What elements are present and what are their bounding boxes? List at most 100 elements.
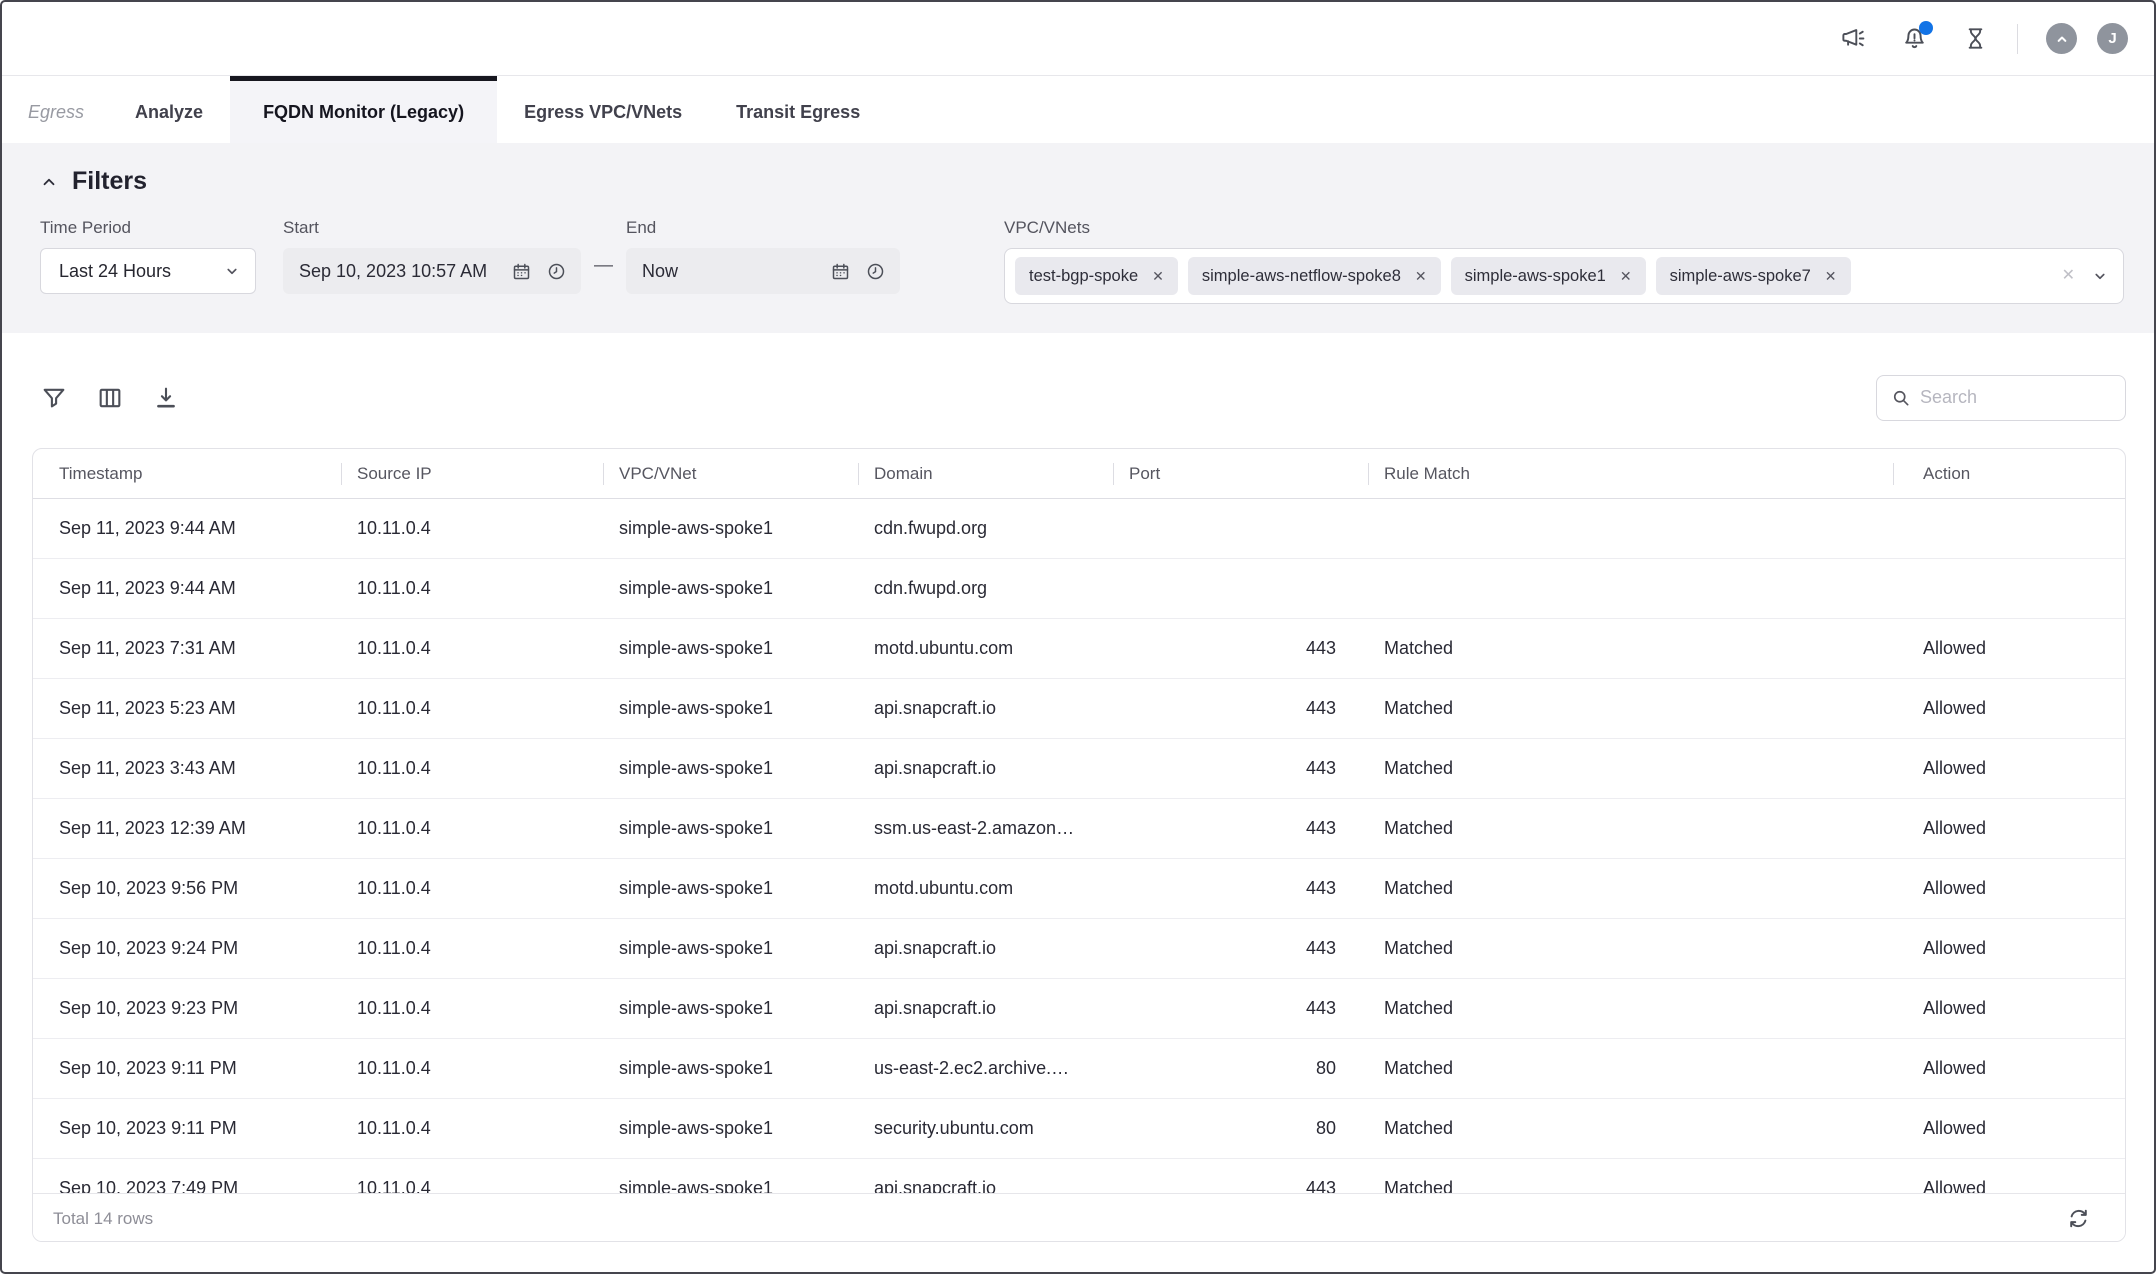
activity-history-button[interactable] — [1962, 25, 1989, 52]
tab-egress[interactable]: Egress — [2, 76, 108, 143]
cell-source-ip: 10.11.0.4 — [341, 758, 603, 779]
filter-button[interactable] — [40, 384, 68, 412]
table-row: Sep 10, 2023 9:56 PM 10.11.0.4 simple-aw… — [33, 859, 2125, 919]
cell-source-ip: 10.11.0.4 — [341, 938, 603, 959]
topbar-divider — [2017, 24, 2018, 54]
hourglass-icon — [1962, 25, 1989, 52]
tab-fqdn-monitor-legacy[interactable]: FQDN Monitor (Legacy) — [230, 76, 497, 143]
end-value: Now — [642, 261, 816, 282]
cell-timestamp: Sep 10, 2023 9:23 PM — [33, 998, 341, 1019]
table-body[interactable]: Sep 11, 2023 9:44 AM 10.11.0.4 simple-aw… — [33, 499, 2125, 1193]
cell-rule-match: Matched — [1368, 1058, 1893, 1079]
cell-timestamp: Sep 10, 2023 9:11 PM — [33, 1058, 341, 1079]
tab-transit-egress[interactable]: Transit Egress — [709, 76, 887, 143]
notifications-button[interactable] — [1901, 25, 1928, 52]
cell-rule-match: Matched — [1368, 698, 1893, 719]
chip-remove-icon[interactable]: ✕ — [1415, 269, 1427, 283]
clear-all-icon[interactable]: ✕ — [2062, 268, 2075, 284]
vpc-chip-label: simple-aws-spoke1 — [1465, 267, 1606, 286]
cell-timestamp: Sep 11, 2023 3:43 AM — [33, 758, 341, 779]
download-button[interactable] — [152, 384, 180, 412]
date-range-separator: — — [581, 218, 626, 277]
refresh-button[interactable] — [2066, 1206, 2091, 1231]
chip-remove-icon[interactable]: ✕ — [1620, 269, 1632, 283]
cell-source-ip: 10.11.0.4 — [341, 518, 603, 539]
chip-remove-icon[interactable]: ✕ — [1152, 269, 1164, 283]
cell-source-ip: 10.11.0.4 — [341, 698, 603, 719]
announcements-button[interactable] — [1840, 25, 1867, 52]
chevron-down-icon[interactable] — [2091, 267, 2109, 285]
cell-domain: api.snapcraft.io — [858, 1178, 1113, 1193]
cell-vpc-vnet: simple-aws-spoke1 — [603, 938, 858, 959]
cell-action: Allowed — [1893, 638, 2125, 659]
user-avatar[interactable]: J — [2097, 23, 2128, 54]
table-row: Sep 10, 2023 9:11 PM 10.11.0.4 simple-aw… — [33, 1039, 2125, 1099]
search-input[interactable] — [1920, 387, 2113, 408]
notification-badge-dot — [1919, 21, 1933, 35]
cell-source-ip: 10.11.0.4 — [341, 578, 603, 599]
vpc-chip-label: test-bgp-spoke — [1029, 267, 1138, 286]
cell-vpc-vnet: simple-aws-spoke1 — [603, 818, 858, 839]
cell-domain: motd.ubuntu.com — [858, 638, 1113, 659]
cell-domain: api.snapcraft.io — [858, 698, 1113, 719]
table-row: Sep 11, 2023 5:23 AM 10.11.0.4 simple-aw… — [33, 679, 2125, 739]
calendar-icon[interactable] — [830, 261, 851, 282]
clock-icon[interactable] — [865, 261, 886, 282]
end-datetime-input[interactable]: Now — [626, 248, 900, 294]
cell-vpc-vnet: simple-aws-spoke1 — [603, 698, 858, 719]
cell-port: 443 — [1113, 818, 1368, 839]
cell-port: 443 — [1113, 758, 1368, 779]
time-period-select[interactable]: Last 24 Hours — [40, 248, 256, 294]
search-box — [1876, 375, 2126, 421]
cell-action: Allowed — [1893, 758, 2125, 779]
cell-domain: api.snapcraft.io — [858, 938, 1113, 959]
chevron-up-icon — [2053, 30, 2071, 48]
cell-timestamp: Sep 11, 2023 7:31 AM — [33, 638, 341, 659]
cell-domain: us-east-2.ec2.archive.… — [858, 1058, 1113, 1079]
vpc-chip: simple-aws-spoke7 ✕ — [1656, 257, 1851, 295]
start-datetime-input[interactable]: Sep 10, 2023 10:57 AM — [283, 248, 581, 294]
tab-analyze[interactable]: Analyze — [108, 76, 230, 143]
cell-rule-match: Matched — [1368, 1178, 1893, 1193]
cell-timestamp: Sep 10, 2023 9:24 PM — [33, 938, 341, 959]
tab-bar: Egress Analyze FQDN Monitor (Legacy) Egr… — [2, 76, 2154, 143]
cell-action: Allowed — [1893, 938, 2125, 959]
cell-domain: ssm.us-east-2.amazon… — [858, 818, 1113, 839]
start-label: Start — [283, 218, 581, 238]
start-value: Sep 10, 2023 10:57 AM — [299, 261, 497, 282]
cell-timestamp: Sep 11, 2023 12:39 AM — [33, 818, 341, 839]
filters-collapse-button[interactable] — [40, 173, 58, 191]
cell-timestamp: Sep 11, 2023 9:44 AM — [33, 578, 341, 599]
vpc-chip-label: simple-aws-spoke7 — [1670, 267, 1811, 286]
filters-title: Filters — [72, 167, 147, 196]
cell-action: Allowed — [1893, 878, 2125, 899]
megaphone-icon — [1840, 25, 1867, 52]
tab-egress-vpc-vnets[interactable]: Egress VPC/VNets — [497, 76, 709, 143]
cell-vpc-vnet: simple-aws-spoke1 — [603, 1118, 858, 1139]
table-row: Sep 10, 2023 9:24 PM 10.11.0.4 simple-aw… — [33, 919, 2125, 979]
vpc-vnets-multiselect[interactable]: test-bgp-spoke ✕ simple-aws-netflow-spok… — [1004, 248, 2124, 304]
table-footer: Total 14 rows — [33, 1193, 2125, 1242]
cell-action: Allowed — [1893, 1118, 2125, 1139]
clock-icon[interactable] — [546, 261, 567, 282]
cell-source-ip: 10.11.0.4 — [341, 1058, 603, 1079]
vpc-vnets-label: VPC/VNets — [1004, 218, 2124, 238]
columns-button[interactable] — [96, 384, 124, 412]
cell-source-ip: 10.11.0.4 — [341, 998, 603, 1019]
cell-timestamp: Sep 10, 2023 9:11 PM — [33, 1118, 341, 1139]
cell-domain: cdn.fwupd.org — [858, 518, 1113, 539]
cell-port: 443 — [1113, 698, 1368, 719]
total-rows-label: Total 14 rows — [53, 1209, 153, 1229]
cell-rule-match: Matched — [1368, 1118, 1893, 1139]
chip-remove-icon[interactable]: ✕ — [1825, 269, 1837, 283]
cell-timestamp: Sep 10, 2023 7:49 PM — [33, 1178, 341, 1193]
scroll-to-top-button[interactable] — [2046, 23, 2077, 54]
vpc-chip-list: test-bgp-spoke ✕ simple-aws-netflow-spok… — [1015, 257, 2062, 295]
cell-action: Allowed — [1893, 998, 2125, 1019]
cell-domain: motd.ubuntu.com — [858, 878, 1113, 899]
cell-vpc-vnet: simple-aws-spoke1 — [603, 1058, 858, 1079]
cell-timestamp: Sep 11, 2023 5:23 AM — [33, 698, 341, 719]
cell-rule-match: Matched — [1368, 878, 1893, 899]
calendar-icon[interactable] — [511, 261, 532, 282]
cell-vpc-vnet: simple-aws-spoke1 — [603, 878, 858, 899]
